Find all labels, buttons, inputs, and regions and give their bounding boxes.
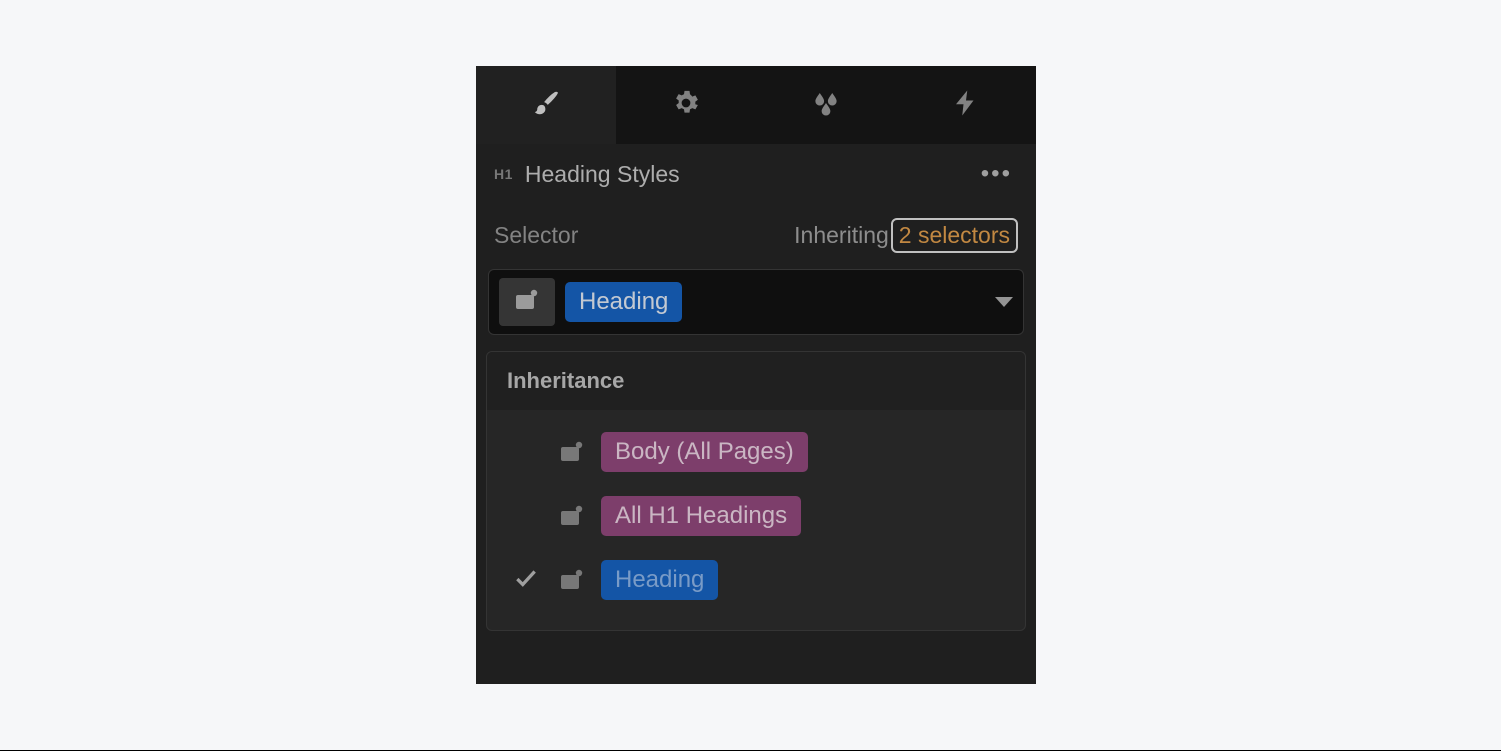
droplets-icon: [811, 88, 841, 123]
inheritance-item[interactable]: All H1 Headings: [501, 484, 1011, 548]
actions-tab[interactable]: [896, 66, 1036, 144]
check-icon: [513, 565, 539, 596]
inheritance-title: Inheritance: [487, 352, 1025, 410]
state-icon: [557, 439, 587, 465]
state-button[interactable]: [499, 278, 555, 326]
inheritance-item[interactable]: Heading: [501, 548, 1011, 612]
settings-tab[interactable]: [616, 66, 756, 144]
gear-icon: [671, 88, 701, 123]
panel-header: H1 Heading Styles •••: [476, 144, 1036, 204]
selector-input[interactable]: Heading: [488, 269, 1024, 335]
inheritance-panel: Inheritance Body (All Pages) All H1 Head…: [486, 351, 1026, 631]
brush-icon: [531, 88, 561, 123]
selector-label-row: Selector Inheriting 2 selectors: [476, 204, 1036, 263]
page-title: Heading Styles: [525, 161, 680, 188]
state-icon: [514, 289, 540, 316]
inheritance-chip: Body (All Pages): [601, 432, 808, 472]
inheriting-label: Inheriting: [794, 222, 889, 249]
inheritance-item[interactable]: Body (All Pages): [501, 420, 1011, 484]
chevron-down-icon[interactable]: [995, 297, 1013, 307]
style-panel: H1 Heading Styles ••• Selector Inheritin…: [476, 66, 1036, 684]
effects-tab[interactable]: [756, 66, 896, 144]
inheritance-list: Body (All Pages) All H1 Headings Heading: [487, 410, 1025, 630]
inheritance-chip: Heading: [601, 560, 718, 600]
class-chip-current[interactable]: Heading: [565, 282, 682, 322]
more-button[interactable]: •••: [975, 156, 1018, 192]
element-badge: H1: [494, 166, 513, 182]
style-tab[interactable]: [476, 66, 616, 144]
state-icon: [557, 567, 587, 593]
selector-label: Selector: [494, 222, 578, 249]
ellipsis-icon: •••: [981, 160, 1012, 187]
inheritance-chip: All H1 Headings: [601, 496, 801, 536]
state-icon: [557, 503, 587, 529]
panel-tabs: [476, 66, 1036, 144]
check-column: [509, 565, 543, 596]
inheriting-count[interactable]: 2 selectors: [891, 218, 1018, 253]
bolt-icon: [951, 88, 981, 123]
